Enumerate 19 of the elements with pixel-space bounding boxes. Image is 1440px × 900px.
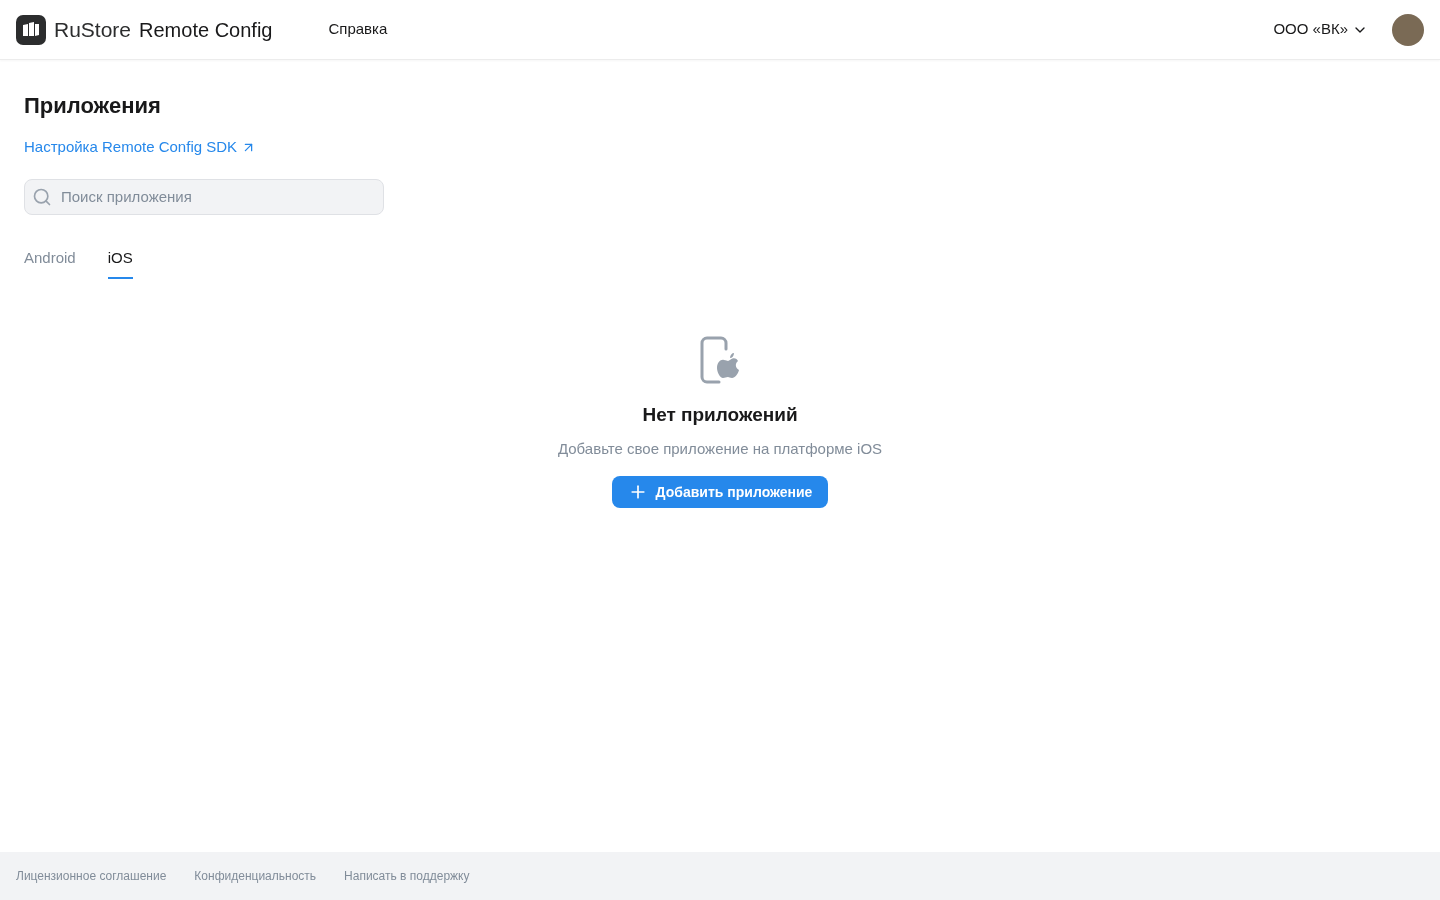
platform-tab[interactable]: iOS (107, 246, 133, 279)
search-icon (32, 186, 52, 207)
avatar[interactable] (1392, 13, 1424, 46)
add-app-button[interactable]: Добавить приложение (611, 476, 829, 508)
empty-state-text: Добавьте свое приложение на платформе iOS (557, 438, 883, 459)
search-field[interactable]: Поиск приложения (24, 178, 384, 215)
footer-link[interactable]: Лицензионное соглашение (16, 867, 167, 885)
product-name: Remote Config (139, 17, 273, 43)
page-title: Приложения (24, 92, 161, 120)
footer-link[interactable]: Конфиденциальность (194, 867, 317, 885)
brand-name: RuStore (54, 16, 132, 43)
phone-apple-icon (699, 335, 741, 385)
footer-link[interactable]: Написать в поддержку (344, 867, 470, 885)
empty-state-title: Нет приложений (642, 403, 798, 427)
sdk-setup-link[interactable]: Настройка Remote Config SDK (24, 136, 257, 159)
logo-icon[interactable] (16, 14, 46, 45)
nav-link[interactable]: Справка (328, 18, 388, 41)
organization-dropdown[interactable]: ООО «ВК» (1273, 18, 1368, 41)
platform-tab[interactable]: Android (24, 246, 76, 279)
